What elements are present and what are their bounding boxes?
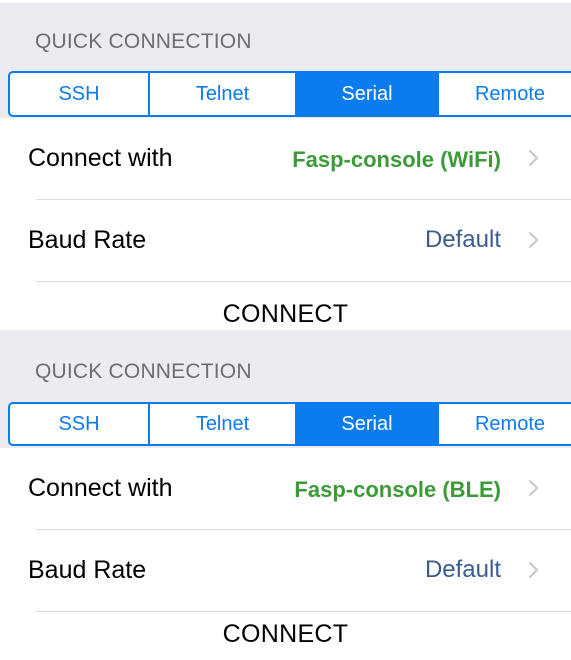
connect-with-label: Connect with [28,144,173,172]
tab-ssh[interactable]: SSH [10,73,150,115]
connect-with-row[interactable]: Connect with Fasp-console (BLE) [0,448,571,528]
connect-with-value: Fasp-console (WiFi) [292,147,501,172]
tab-remote[interactable]: Remote [439,73,571,115]
row-divider [36,281,571,282]
connect-button[interactable]: CONNECT [0,300,571,329]
chevron-right-icon [528,231,539,249]
baud-rate-value: Default [424,226,501,253]
connect-button[interactable]: CONNECT [0,620,571,649]
connect-with-label: Connect with [28,474,173,502]
section-header: QUICK CONNECTION SSH Telnet Serial Remot… [0,330,571,448]
section-header: QUICK CONNECTION SSH Telnet Serial Remot… [0,3,571,118]
tab-telnet[interactable]: Telnet [150,73,297,115]
baud-rate-value: Default [424,556,501,583]
chevron-right-icon [528,149,539,167]
quick-connection-panel-ble: QUICK CONNECTION SSH Telnet Serial Remot… [0,330,571,660]
baud-rate-label: Baud Rate [28,226,147,254]
connect-with-value: Fasp-console (BLE) [294,477,501,502]
connection-type-segmented-control[interactable]: SSH Telnet Serial Remote [8,71,571,117]
baud-rate-row[interactable]: Baud Rate Default [0,200,571,280]
chevron-right-icon [528,561,539,579]
tab-telnet[interactable]: Telnet [150,404,297,444]
connect-with-row[interactable]: Connect with Fasp-console (WiFi) [0,118,571,198]
tab-serial[interactable]: Serial [297,73,439,115]
quick-connection-panel-wifi: QUICK CONNECTION SSH Telnet Serial Remot… [0,0,571,330]
chevron-right-icon [528,479,539,497]
tab-remote[interactable]: Remote [439,404,571,444]
baud-rate-label: Baud Rate [28,556,147,584]
connection-type-segmented-control[interactable]: SSH Telnet Serial Remote [8,402,571,446]
row-divider [36,611,571,612]
baud-rate-row[interactable]: Baud Rate Default [0,530,571,610]
tab-serial[interactable]: Serial [297,404,439,444]
section-title: QUICK CONNECTION [35,30,252,53]
section-title: QUICK CONNECTION [35,360,252,383]
tab-ssh[interactable]: SSH [10,404,150,444]
